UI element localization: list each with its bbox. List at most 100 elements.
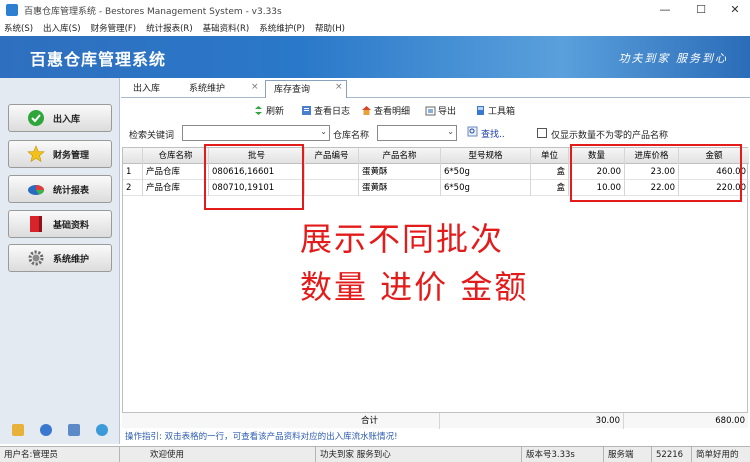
keyword-input[interactable]: ⌄ — [182, 125, 330, 141]
menu-help[interactable]: 帮助(H) — [315, 22, 345, 34]
col-warehouse[interactable]: 仓库名称 — [143, 148, 209, 164]
sidebar-item-label: 出入库 — [53, 114, 81, 125]
house-icon — [361, 105, 372, 116]
info-icon[interactable] — [40, 424, 52, 436]
view-detail-button[interactable]: 查看明细 — [361, 103, 410, 117]
col-index[interactable] — [123, 148, 143, 164]
close-button[interactable]: ✕ — [718, 0, 750, 20]
globe-icon[interactable] — [96, 424, 108, 436]
minimize-button[interactable]: — — [648, 0, 682, 20]
chevron-down-icon[interactable]: ⌄ — [320, 127, 327, 136]
search-button[interactable]: 查找.. — [467, 126, 505, 140]
total-amount: 680.00 — [715, 416, 745, 426]
check-circle-icon — [27, 109, 45, 127]
export-icon — [425, 105, 436, 116]
annotation-line2: 数量 进价 金额 — [300, 268, 529, 306]
toolbox-label: 工具箱 — [488, 106, 516, 117]
col-product-name[interactable]: 产品名称 — [359, 148, 441, 164]
annotation-box-batch — [204, 144, 304, 210]
sidebar-item-reports[interactable]: 统计报表 — [8, 175, 112, 203]
sidebar-item-stock-io[interactable]: 出入库 — [8, 104, 112, 132]
cell-product-name: 蛋黄酥 — [359, 164, 441, 180]
sidebar-bottom-icons — [12, 424, 124, 436]
refresh-icon — [253, 105, 264, 116]
status-slogan: 功夫到家 服务到心 — [316, 447, 522, 462]
search-label: 查找.. — [481, 129, 505, 140]
menu-system[interactable]: 系统(S) — [4, 22, 33, 34]
total-quantity: 30.00 — [568, 413, 624, 429]
sidebar-item-basic-data[interactable]: 基础资料 — [8, 210, 112, 238]
nonzero-checkbox[interactable] — [537, 128, 547, 138]
col-spec[interactable]: 型号规格 — [441, 148, 531, 164]
status-version: 版本号3.33s — [522, 447, 604, 462]
menu-bar: 系统(S) 出入库(S) 财务管理(F) 统计报表(R) 基础资料(R) 系统维… — [0, 20, 750, 36]
sidebar-item-finance[interactable]: 财务管理 — [8, 140, 112, 168]
status-user: 用户名:管理员 — [0, 447, 120, 462]
keyword-label: 检索关键词 — [129, 131, 175, 141]
annotation-line1: 展示不同批次 — [300, 220, 505, 258]
log-icon — [301, 105, 312, 116]
filter-bar: 检索关键词 ⌄ 仓库名称 ⌄ 查找.. 仅显示数量不为零的产品名称 — [121, 122, 750, 144]
sidebar-item-label: 系统维护 — [53, 254, 90, 265]
status-tail: 简单好用的 — [696, 450, 739, 460]
tab-stock-io[interactable]: 出入库 — [125, 80, 168, 98]
cell-index: 2 — [123, 180, 143, 196]
search-icon — [467, 126, 478, 140]
view-log-button[interactable]: 查看日志 — [301, 103, 350, 117]
cell-warehouse: 产品仓库 — [143, 164, 209, 180]
app-banner: 百惠仓库管理系统 功夫到家 服务到心 — [0, 36, 750, 78]
sidebar-item-maintenance[interactable]: 系统维护 — [8, 244, 112, 272]
total-label: 合计 — [358, 413, 440, 429]
book-icon — [27, 215, 45, 233]
status-welcome: 欢迎使用 — [120, 447, 316, 462]
cell-product-code — [305, 164, 359, 180]
menu-stock-io[interactable]: 出入库(S) — [43, 22, 81, 34]
table-total-row: 合计 30.00 680.00 — [122, 412, 748, 429]
banner-slogan: 功夫到家 服务到心 — [618, 52, 728, 65]
status-server: 服务端 — [604, 447, 652, 462]
menu-maintenance[interactable]: 系统维护(P) — [259, 22, 305, 34]
menu-finance[interactable]: 财务管理(F) — [91, 22, 137, 34]
toolbox-icon — [475, 105, 486, 116]
pie-chart-icon — [27, 180, 45, 198]
sidebar-item-label: 财务管理 — [53, 150, 90, 161]
view-log-label: 查看日志 — [314, 106, 351, 117]
monitor-icon[interactable] — [68, 424, 80, 436]
maximize-button[interactable]: ☐ — [684, 0, 718, 20]
gear-icon — [27, 249, 45, 267]
col-product-code[interactable]: 产品编号 — [305, 148, 359, 164]
sidebar-item-label: 基础资料 — [53, 220, 90, 231]
warehouse-label: 仓库名称 — [333, 131, 370, 141]
cell-unit: 盒 — [531, 180, 569, 196]
status-bar: 用户名:管理员 欢迎使用 功夫到家 服务到心 版本号3.33s 服务端 5221… — [0, 446, 750, 462]
refresh-button[interactable]: 刷新 — [253, 103, 284, 117]
cell-spec: 6*50g — [441, 164, 531, 180]
export-button[interactable]: 导出 — [425, 103, 456, 117]
col-unit[interactable]: 单位 — [531, 148, 569, 164]
star-icon — [27, 145, 45, 163]
menu-reports[interactable]: 统计报表(R) — [146, 22, 193, 34]
cell-warehouse: 产品仓库 — [143, 180, 209, 196]
banner-title: 百惠仓库管理系统 — [30, 50, 167, 69]
app-icon — [6, 4, 18, 16]
refresh-label: 刷新 — [266, 106, 285, 117]
tab-strip: 出入库 系统维护 × 库存查询 × — [121, 78, 750, 98]
folder-icon[interactable] — [12, 424, 24, 436]
tab-maintenance[interactable]: 系统维护 — [181, 80, 233, 98]
cell-spec: 6*50g — [441, 180, 531, 196]
chevron-down-icon[interactable]: ⌄ — [447, 127, 454, 136]
operation-guide: 操作指引: 双击表格的一行，可查看该产品资料对应的出入库流水账情况! — [121, 429, 750, 445]
tab-close-icon[interactable]: × — [335, 82, 343, 92]
menu-basic-data[interactable]: 基础资料(R) — [203, 22, 250, 34]
sidebar: 出入库 财务管理 统计报表 基础资料 系统维护 — [0, 78, 120, 444]
warehouse-select[interactable]: ⌄ — [377, 125, 457, 141]
window-titlebar: 百惠仓库管理系统 - Bestores Management System - … — [0, 0, 750, 20]
cell-product-name: 蛋黄酥 — [359, 180, 441, 196]
view-detail-label: 查看明细 — [374, 106, 411, 117]
toolbox-button[interactable]: 工具箱 — [475, 103, 515, 117]
tab-close-icon[interactable]: × — [251, 82, 259, 92]
toolbar: 刷新 查看日志 查看明细 导出 工具箱 — [121, 99, 750, 121]
nonzero-label: 仅显示数量不为零的产品名称 — [551, 131, 669, 141]
sidebar-item-label: 统计报表 — [53, 185, 90, 196]
status-port: 52216 — [652, 447, 692, 462]
